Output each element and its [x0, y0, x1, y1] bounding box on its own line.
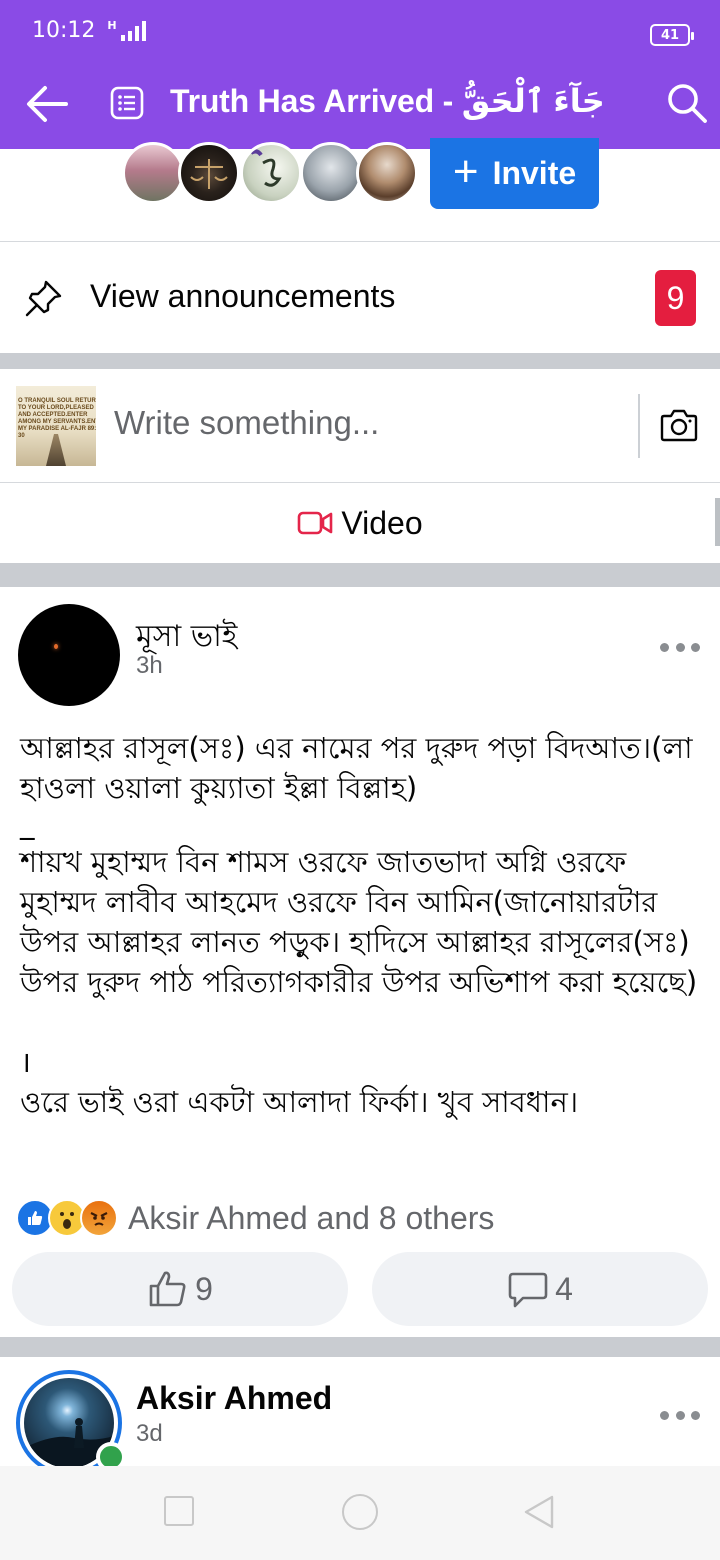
thumbs-up-icon: [149, 1271, 186, 1307]
video-button[interactable]: Video: [0, 484, 720, 562]
post-paragraph: ।: [20, 1045, 31, 1079]
camera-icon[interactable]: [660, 408, 698, 442]
group-info-icon[interactable]: [110, 86, 144, 120]
invite-label: Invite: [492, 155, 577, 191]
system-navigation-bar: [0, 1466, 720, 1560]
scales-icon: [190, 159, 228, 189]
announcements-count-badge: 9: [655, 270, 696, 326]
video-camera-icon: [298, 511, 333, 535]
comment-bubble-icon: [508, 1272, 548, 1308]
status-bar: 10:12 H: [32, 18, 146, 43]
invite-button[interactable]: + Invite: [430, 138, 599, 209]
announcements-label: View announcements: [90, 278, 396, 314]
member-avatar: [178, 142, 240, 204]
search-icon[interactable]: [666, 82, 708, 124]
post-paragraph: আল্লাহর রাসূল(সঃ) এর নামের পর দুরুদ পড়া…: [20, 731, 702, 805]
signal-icon: [120, 20, 146, 41]
member-avatar: [300, 142, 362, 204]
back-arrow-icon[interactable]: [26, 84, 68, 124]
group-nav: Truth Has Arrived - جَآءَ ٱلْحَقُّ: [0, 76, 720, 132]
system-back-button[interactable]: [522, 1494, 556, 1530]
status-time: 10:12: [32, 18, 96, 43]
post-paragraph: [20, 1002, 710, 1042]
member-avatar: [122, 142, 184, 204]
post-body: আল্লাহর রাসূল(সঃ) এর নামের পর দুরুদ পড়া…: [20, 728, 710, 1122]
battery-icon: 41: [650, 24, 694, 46]
more-options-icon[interactable]: [660, 640, 700, 654]
like-button[interactable]: 9: [12, 1252, 348, 1326]
post-paragraph: _: [20, 806, 35, 840]
plus-icon: +: [452, 146, 479, 196]
author-avatar[interactable]: [18, 604, 120, 706]
pin-icon: [25, 280, 62, 317]
post-paragraph: শায়খ মুহাম্মদ বিন শামস ওরফে জাতভাদা অগ্…: [20, 845, 699, 999]
post-time[interactable]: 3h: [136, 652, 163, 680]
member-avatar: [240, 142, 302, 204]
like-count: 9: [195, 1270, 213, 1307]
network-type: H: [107, 19, 117, 32]
home-button[interactable]: [342, 1494, 378, 1530]
thumbnail-text: O TRANQUIL SOUL RETURN TO YOUR LORD,PLEA…: [18, 398, 96, 439]
comment-count: 4: [555, 1270, 573, 1307]
scrollbar[interactable]: [715, 498, 720, 546]
section-separator: [0, 353, 720, 369]
member-avatars[interactable]: [122, 142, 422, 206]
app-header: 10:12 H 41 Truth Has Arrived - جَآءَ ٱلْ…: [0, 0, 720, 149]
post-author[interactable]: Aksir Ahmed: [136, 1380, 332, 1417]
section-separator: [0, 1337, 720, 1357]
write-something-input[interactable]: Write something...: [114, 404, 379, 442]
member-avatar: [356, 142, 418, 204]
more-options-icon[interactable]: [660, 1408, 700, 1422]
post-time[interactable]: 3d: [136, 1420, 163, 1448]
divider: [0, 241, 720, 242]
composer-divider: [638, 394, 640, 458]
video-label: Video: [341, 504, 423, 541]
recent-apps-button[interactable]: [164, 1496, 194, 1526]
angry-reaction-icon: [80, 1199, 118, 1237]
section-separator: [0, 563, 720, 587]
battery-level: 41: [660, 27, 680, 43]
calligraphy-icon: [249, 149, 282, 187]
reactions-label: Aksir Ahmed and 8 others: [128, 1199, 495, 1236]
reactions-summary[interactable]: Aksir Ahmed and 8 others: [16, 1198, 494, 1238]
group-title: Truth Has Arrived - جَآءَ ٱلْحَقُّ: [170, 83, 605, 119]
comment-button[interactable]: 4: [372, 1252, 708, 1326]
post-paragraph: ওরে ভাই ওরা একটা আলাদা ফির্কা। খুব সাবধা…: [20, 1085, 579, 1119]
group-cover-thumbnail: O TRANQUIL SOUL RETURN TO YOUR LORD,PLEA…: [16, 386, 96, 466]
divider: [0, 482, 720, 483]
view-announcements-row[interactable]: View announcements 9: [0, 244, 720, 352]
